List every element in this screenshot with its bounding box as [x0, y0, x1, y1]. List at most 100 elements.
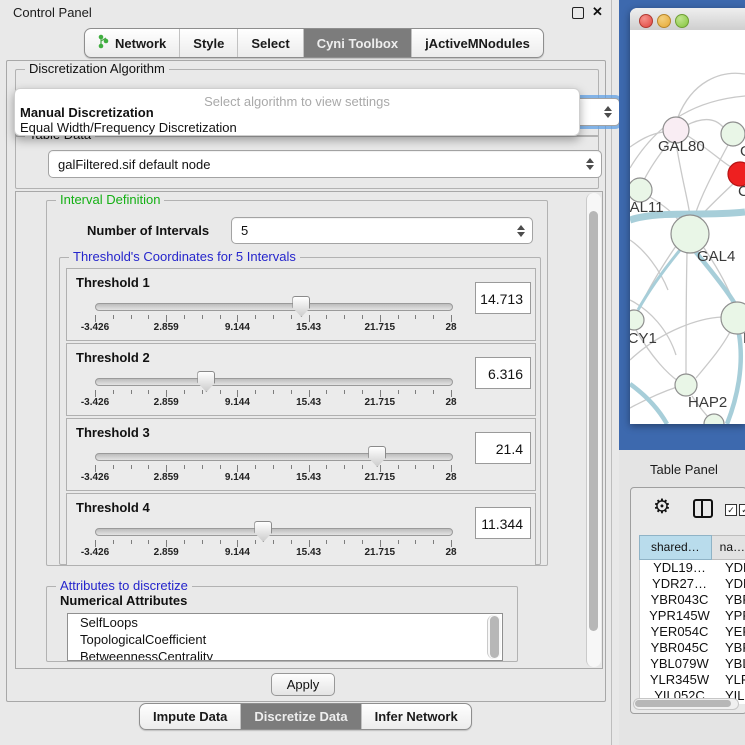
network-node-label: GCY1 [630, 330, 657, 347]
threshold-slider-thumb[interactable] [292, 296, 310, 317]
tab-label: Select [251, 36, 289, 51]
table-row[interactable]: YDL19…YDL1 [640, 560, 745, 576]
minor-tick [131, 540, 132, 544]
close-panel-icon[interactable]: ✕ [592, 4, 603, 20]
network-edge-highlighted[interactable] [727, 334, 741, 424]
minor-tick [433, 390, 434, 394]
tab-infer-network[interactable]: Infer Network [361, 704, 471, 729]
settings-scrollbar-thumb[interactable] [589, 211, 598, 631]
checkbox-icon[interactable]: ✓ [725, 504, 737, 516]
table-row[interactable]: YDR27…YDR2 [640, 576, 745, 592]
cell-name: YLR3 [719, 672, 745, 688]
major-tick [95, 465, 96, 472]
cell-name: YPR1 [719, 608, 745, 624]
list-item[interactable]: TopologicalCoefficient [68, 631, 502, 648]
tick-label: 9.144 [213, 397, 261, 408]
table-row[interactable]: YBL079WYBL0 [640, 656, 745, 672]
tick-label: 9.144 [213, 547, 261, 558]
network-node[interactable] [630, 310, 644, 330]
tab-cyni-toolbox[interactable]: Cyni Toolbox [303, 29, 411, 57]
minimize-window-icon[interactable] [657, 14, 671, 28]
network-node[interactable] [675, 374, 697, 396]
table-row[interactable]: YLR345WYLR3 [640, 672, 745, 688]
table-horizontal-scrollbar[interactable] [633, 698, 739, 710]
major-tick [380, 390, 381, 397]
tab-jactivemnodules[interactable]: jActiveMNodules [411, 29, 543, 57]
apply-button[interactable]: Apply [271, 673, 335, 696]
minor-tick [131, 465, 132, 469]
tab-network[interactable]: Network [85, 29, 179, 57]
cell-shared-name: YER054C [640, 624, 719, 640]
column-layout-icon[interactable] [693, 499, 713, 518]
table-data-group: Table Data galFiltered.sif default node [15, 135, 599, 189]
cell-name: YDL1 [719, 560, 745, 576]
threshold-coordinates-title: Threshold's Coordinates for 5 Intervals [69, 249, 300, 264]
number-of-intervals-combobox[interactable]: 5 [231, 217, 533, 244]
numerical-attributes-list[interactable]: SelfLoopsTopologicalCoefficientBetweenne… [67, 613, 503, 661]
tab-style[interactable]: Style [179, 29, 237, 57]
gear-icon[interactable]: ⚙ [653, 494, 671, 519]
minor-tick [326, 315, 327, 319]
settings-vertical-scrollbar[interactable] [586, 193, 601, 667]
threshold-slider-thumb[interactable] [368, 446, 386, 467]
list-item[interactable]: BetweennessCentrality [68, 648, 502, 661]
threshold-value-field[interactable]: 11.344 [475, 507, 531, 539]
attributes-list-scrollbar[interactable] [487, 615, 501, 659]
combo-arrows-icon [517, 225, 525, 237]
table-row[interactable]: YPR145WYPR1 [640, 608, 745, 624]
float-panel-icon[interactable] [572, 7, 584, 19]
popup-item-equal-width-frequency[interactable]: Equal Width/Frequency Discretization [20, 120, 237, 135]
cell-name: YBL0 [719, 656, 745, 672]
network-edge[interactable] [687, 120, 723, 127]
tab-impute-data[interactable]: Impute Data [140, 704, 240, 729]
major-tick [380, 315, 381, 322]
cell-shared-name: YLR345W [640, 672, 719, 688]
column-header-shared-name[interactable]: shared… [639, 535, 712, 560]
network-edge[interactable] [630, 240, 668, 290]
combo-arrows-icon [586, 158, 594, 170]
tab-discretize-data[interactable]: Discretize Data [240, 704, 360, 729]
tab-select[interactable]: Select [237, 29, 302, 57]
minor-tick [433, 465, 434, 469]
table-row[interactable]: YBR045CYBR0 [640, 640, 745, 656]
network-edge-highlighted[interactable] [638, 250, 680, 310]
threshold-slider-thumb[interactable] [254, 521, 272, 542]
tick-label: 28 [427, 322, 475, 333]
tick-label: 15.43 [285, 322, 333, 333]
minor-tick [202, 465, 203, 469]
table-row[interactable]: YBR043CYBR0 [640, 592, 745, 608]
list-item[interactable]: SelfLoops [68, 614, 502, 631]
checkbox-icon[interactable]: ✓ [739, 504, 745, 516]
tick-label: 21.715 [356, 397, 404, 408]
network-edge-highlighted[interactable] [630, 384, 667, 424]
close-window-icon[interactable] [639, 14, 653, 28]
threshold-coordinates-group: Threshold's Coordinates for 5 Intervals … [59, 257, 541, 565]
zoom-window-icon[interactable] [675, 14, 689, 28]
threshold-value-field[interactable]: 14.713 [475, 282, 531, 314]
threshold-slider-track[interactable] [95, 378, 453, 386]
threshold-slider-thumb[interactable] [197, 371, 215, 392]
tab-label: Style [193, 36, 224, 51]
threshold-value-field[interactable]: 21.4 [475, 432, 531, 464]
popup-item-manual-discretization[interactable]: Manual Discretization [20, 105, 154, 120]
tick-label: 2.859 [142, 547, 190, 558]
threshold-slider-track[interactable] [95, 453, 453, 461]
network-edge[interactable] [678, 73, 745, 117]
cell-shared-name: YBR045C [640, 640, 719, 656]
network-canvas[interactable]: GAL80GCGAL11GAL4GCY1HHAP2 [630, 30, 745, 424]
network-edge[interactable] [696, 332, 730, 378]
table-row[interactable]: YER054CYER0 [640, 624, 745, 640]
network-node[interactable] [721, 302, 745, 334]
attributes-scrollbar-thumb[interactable] [490, 616, 499, 658]
numerical-attributes-label: Numerical Attributes [60, 593, 187, 608]
table-scrollbar-thumb[interactable] [635, 700, 731, 707]
network-window-titlebar [630, 8, 745, 31]
threshold-value-field[interactable]: 6.316 [475, 357, 531, 389]
minor-tick [184, 315, 185, 319]
tick-label: 28 [427, 472, 475, 483]
threshold-slider-track[interactable] [95, 528, 453, 536]
table-data-combobox[interactable]: galFiltered.sif default node [48, 150, 602, 178]
network-edge[interactable] [686, 253, 687, 374]
threshold-slider-track[interactable] [95, 303, 453, 311]
column-header-name[interactable]: na… [712, 535, 745, 560]
